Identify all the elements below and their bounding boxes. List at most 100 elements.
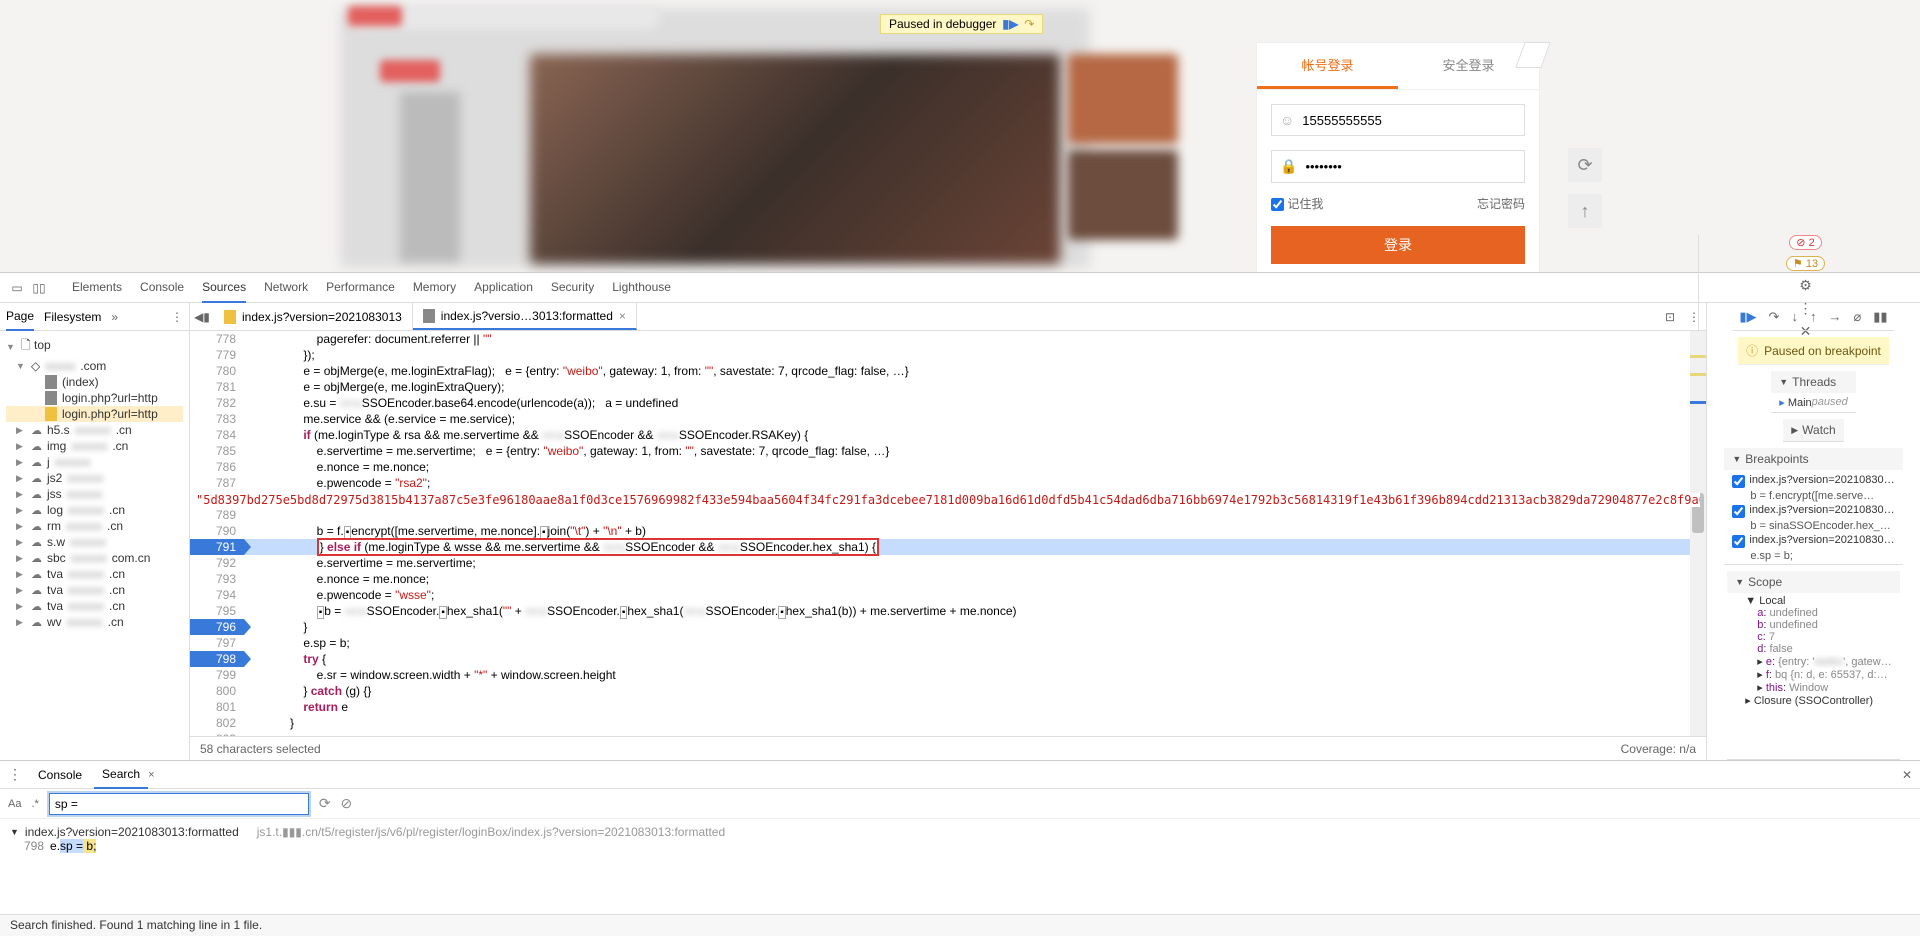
coverage-status: Coverage: n/a [1621, 742, 1696, 756]
scope-closure[interactable]: ▸ Closure (SSOController) [1735, 694, 1892, 707]
step-over-icon[interactable]: ↷ [1024, 17, 1034, 31]
tab-performance[interactable]: Performance [326, 273, 395, 303]
breakpoint-item[interactable]: index.js?version=20210830… [1732, 502, 1894, 520]
drawer-tab-console[interactable]: Console [30, 762, 90, 788]
tree-item[interactable]: ▶☁ tvaxxxxxx.cn [6, 566, 183, 582]
tab-console[interactable]: Console [140, 273, 184, 303]
device-toolbar-icon[interactable]: ▯▯ [30, 279, 48, 297]
threads-header[interactable]: ▼Threads [1771, 371, 1856, 393]
tab-network[interactable]: Network [264, 273, 308, 303]
refresh-side-button[interactable]: ⟳ [1568, 148, 1602, 182]
code-editor[interactable]: 7787797807817827837847857867877887897907… [190, 331, 1706, 736]
file-tab-2-active[interactable]: index.js?versio…3013:formatted × [413, 303, 637, 330]
search-clear-icon[interactable]: ⊘ [341, 795, 353, 812]
scope-local[interactable]: ▼ Local [1735, 595, 1892, 607]
file-menu-icon[interactable]: ⋮ [1682, 303, 1706, 330]
breakpoint-item[interactable]: index.js?version=20210830… [1732, 532, 1894, 550]
pause-on-exc-icon[interactable]: ▮▮ [1873, 309, 1887, 325]
tree-item[interactable]: ▶☁ sbcxxxxxxcom.cn [6, 550, 183, 566]
drawer-tab-close-icon[interactable]: × [148, 769, 154, 781]
tree-item[interactable]: login.php?url=http [6, 406, 183, 422]
user-icon: ☺ [1280, 112, 1294, 128]
drawer-close-icon[interactable]: ✕ [1902, 768, 1912, 782]
file-tab-1[interactable]: index.js?version=2021083013 [214, 303, 413, 330]
tab-elements[interactable]: Elements [72, 273, 122, 303]
step-over-button-icon[interactable]: ↷ [1769, 309, 1780, 325]
tree-item[interactable]: ▶☁ s.wxxxxxx [6, 534, 183, 550]
file-tab-prev-icon[interactable]: ◀▮ [190, 303, 214, 330]
error-count-badge[interactable]: ⊘ 2 [1789, 235, 1821, 250]
tab-sources[interactable]: Sources [202, 273, 246, 303]
resume-icon[interactable]: ▮▶ [1002, 17, 1018, 31]
tree-item[interactable]: ▼◇ xxxxx.com [6, 358, 183, 374]
tree-item[interactable]: ▶☁ jssxxxxxx [6, 486, 183, 502]
remember-label[interactable]: 记住我 [1271, 195, 1323, 212]
tree-item[interactable]: login.php?url=http [6, 390, 183, 406]
resume-button-icon[interactable]: ▮▶ [1739, 309, 1756, 325]
scrollbar[interactable] [1690, 331, 1706, 736]
scope-var[interactable]: ▸ this: Window [1735, 681, 1892, 694]
login-phone-value: 15555555555 [1302, 113, 1382, 128]
drawer-status: Search finished. Found 1 matching line i… [0, 914, 1920, 936]
search-result-hit[interactable]: 798e.sp = b; [10, 839, 1910, 853]
inspect-element-icon[interactable]: ▭ [8, 279, 26, 297]
scope-header[interactable]: ▼Scope [1727, 571, 1900, 593]
search-refresh-icon[interactable]: ⟳ [319, 795, 331, 812]
tree-top[interactable]: ▼🗋 top [6, 335, 183, 358]
tree-item[interactable]: ▶☁ imgxxxxxx.cn [6, 438, 183, 454]
tab-application[interactable]: Application [474, 273, 533, 303]
remember-checkbox[interactable] [1271, 198, 1284, 211]
search-result-file[interactable]: ▼ index.js?version=2021083013:formatted … [10, 825, 1910, 839]
nav-tab-page[interactable]: Page [6, 303, 34, 331]
scroll-top-side-button[interactable]: ↑ [1568, 194, 1602, 228]
drawer-menu-icon[interactable]: ⋮ [8, 766, 22, 783]
file-more-icon[interactable]: ⊡ [1658, 303, 1682, 330]
login-password-input[interactable]: 🔒 •••••••• [1271, 150, 1525, 183]
paused-reason: ⓘ Paused on breakpoint [1738, 337, 1889, 365]
case-toggle[interactable]: Aa [8, 798, 21, 810]
settings-gear-icon[interactable]: ⚙ [1795, 277, 1816, 294]
drawer: ⋮ Console Search × ✕ Aa .* ⟳ ⊘ ▼ index.j… [0, 760, 1920, 936]
thread-main[interactable]: ▸ Main paused [1779, 395, 1848, 410]
debugger-panel: ▮▶ ↷ ↓ ↑ → ⌀ ▮▮ ⓘ Paused on breakpoint ▼… [1706, 303, 1920, 760]
tab-security[interactable]: Security [551, 273, 594, 303]
nav-tab-filesystem[interactable]: Filesystem [44, 304, 101, 330]
tree-item[interactable]: ▶☁ h5.sxxxxxx.cn [6, 422, 183, 438]
step-button-icon[interactable]: → [1828, 309, 1841, 324]
drawer-tab-search[interactable]: Search [94, 761, 148, 789]
scope-var[interactable]: a: undefined [1735, 607, 1892, 619]
tab-lighthouse[interactable]: Lighthouse [612, 273, 671, 303]
tree-item[interactable]: ▶☁ logxxxxxx.cn [6, 502, 183, 518]
tree-item[interactable]: ▶☁ rmxxxxxx.cn [6, 518, 183, 534]
search-input[interactable] [49, 793, 309, 815]
login-phone-input[interactable]: ☺ 15555555555 [1271, 104, 1525, 136]
step-out-button-icon[interactable]: ↑ [1810, 309, 1817, 324]
tab-memory[interactable]: Memory [413, 273, 456, 303]
watch-header[interactable]: ▶Watch [1783, 419, 1843, 441]
tree-item[interactable]: ▶☁ tvaxxxxxx.cn [6, 582, 183, 598]
tree-item[interactable]: ▶☁ tvaxxxxxx.cn [6, 598, 183, 614]
tree-item[interactable]: ▶☁ jxxxxxx [6, 454, 183, 470]
scope-var[interactable]: b: undefined [1735, 619, 1892, 631]
scope-var[interactable]: ▸ f: bq {n: d, e: 65537, d:… [1735, 668, 1892, 681]
scope-var[interactable]: c: 7 [1735, 631, 1892, 643]
forgot-password-link[interactable]: 忘记密码 [1477, 195, 1525, 212]
step-into-button-icon[interactable]: ↓ [1791, 309, 1798, 324]
scope-var[interactable]: ▸ e: {entry: 'weibo', gatew… [1735, 655, 1892, 668]
breakpoints-header[interactable]: ▼Breakpoints [1724, 448, 1902, 470]
inline-evaluation-overlay: "5d8397bd275e5bd8d72975d3815b4137a87c5e3… [196, 493, 1700, 507]
breakpoint-item[interactable]: index.js?version=20210830… [1732, 472, 1894, 490]
editor-status-bar: 58 characters selected Coverage: n/a [190, 736, 1706, 760]
login-tab-account[interactable]: 帐号登录 [1257, 43, 1398, 89]
regex-toggle[interactable]: .* [31, 798, 38, 810]
warning-count-badge[interactable]: ⚑ 13 [1786, 256, 1825, 271]
nav-menu-icon[interactable]: ⋮ [171, 310, 183, 324]
nav-more-icon[interactable]: » [111, 310, 118, 324]
close-tab-icon[interactable]: × [619, 309, 626, 323]
tree-item[interactable]: ▶☁ js2xxxxxx [6, 470, 183, 486]
tree-item[interactable]: (index) [6, 374, 183, 390]
scope-var[interactable]: d: false [1735, 643, 1892, 655]
deactivate-bp-icon[interactable]: ⌀ [1853, 309, 1861, 325]
tree-item[interactable]: ▶☁ wvxxxxxx.cn [6, 614, 183, 630]
login-submit-button[interactable]: 登录 [1271, 226, 1525, 264]
